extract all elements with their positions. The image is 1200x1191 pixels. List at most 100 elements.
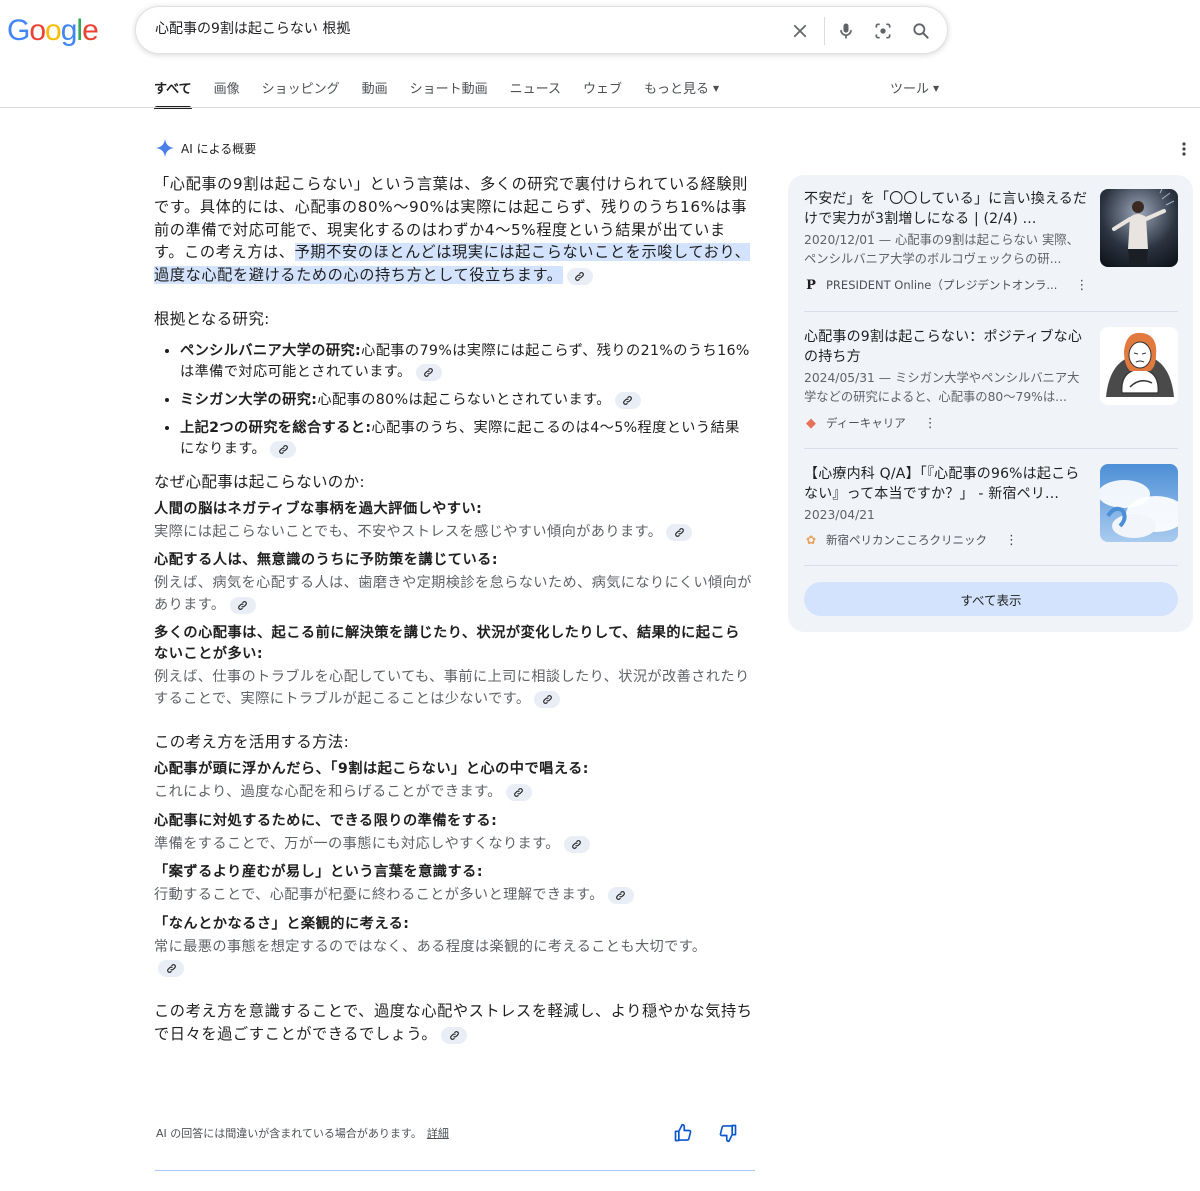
tab-label: ショート動画 bbox=[409, 82, 488, 97]
tab-short-videos[interactable]: ショート動画 bbox=[410, 78, 488, 100]
show-all-button[interactable]: すべて表示 bbox=[804, 582, 1178, 616]
source-title[interactable]: 不安だ」を「〇〇している」に言い換えるだけで実力が3割増しになる | (2/4)… bbox=[804, 189, 1089, 229]
source-title[interactable]: 心配事の9割は起こらない：ポジティブな心の持ち方 bbox=[804, 327, 1089, 367]
tab-label: ニュース bbox=[509, 82, 561, 97]
method-text: これにより、過度な心配を和らげることができます。 bbox=[154, 782, 754, 804]
method-body: これにより、過度な心配を和らげることができます。 bbox=[154, 784, 502, 801]
tools-button[interactable]: ツール ▼ bbox=[890, 78, 939, 97]
header-divider bbox=[0, 107, 1200, 108]
closing-paragraph: この考え方を意識することで、過度な心配やストレスを軽減し、より穏やかな気持ちで日… bbox=[154, 1000, 754, 1046]
source-divider bbox=[804, 565, 1178, 566]
ai-overview-divider bbox=[155, 1170, 755, 1171]
source-link-icon[interactable] bbox=[666, 523, 693, 541]
section-title-why: なぜ心配事は起こらないのか: bbox=[154, 472, 365, 491]
reason-body: 実際には起こらないことでも、不安やストレスを感じやすい傾向があります。 bbox=[154, 523, 663, 540]
search-tabs: すべて 画像 ショッピング 動画 ショート動画 ニュース ウェブ もっと見る ▼ bbox=[154, 78, 741, 109]
clear-icon[interactable] bbox=[788, 19, 812, 43]
logo-letter: o bbox=[45, 14, 62, 47]
search-box bbox=[135, 6, 948, 54]
tab-web[interactable]: ウェブ bbox=[583, 78, 622, 100]
pelican-favicon-icon: ✿ bbox=[805, 533, 817, 547]
gemini-sparkle-icon bbox=[155, 138, 175, 158]
research-list: ペンシルバニア大学の研究:心配事の79%は実際には起こらず、残りの21%のうち1… bbox=[154, 341, 754, 460]
source-menu-icon[interactable]: ⋮ bbox=[1075, 278, 1088, 293]
disclaimer-text: AI の回答には間違いが含まれている場合があります。 bbox=[156, 1127, 422, 1140]
google-logo[interactable]: Google bbox=[7, 14, 99, 48]
source-link-icon[interactable] bbox=[563, 835, 590, 853]
tab-all[interactable]: すべて bbox=[154, 78, 192, 109]
source-card[interactable]: 心配事の9割は起こらない：ポジティブな心の持ち方 2024/05/31 — ミシ… bbox=[804, 327, 1178, 437]
tools-label: ツール bbox=[890, 82, 930, 97]
list-item: ペンシルバニア大学の研究:心配事の79%は実際には起こらず、残りの21%のうち1… bbox=[180, 341, 754, 383]
source-thumbnail[interactable] bbox=[1100, 327, 1178, 405]
ai-overview-title: AI による概要 bbox=[181, 141, 257, 156]
source-site: ◆ ディーキャリア ⋮ bbox=[804, 415, 937, 431]
study-text: 心配事の80%は起こらないとされています。 bbox=[317, 391, 611, 408]
source-link-icon[interactable] bbox=[270, 440, 297, 458]
method-body: 常に最悪の事態を想定するのではなく、ある程度は楽観的に考えることも大切です。 bbox=[154, 938, 707, 955]
source-link-icon[interactable] bbox=[534, 690, 561, 708]
method-text: 行動することで、心配事が杞憂に終わることが多いと理解できます。 bbox=[154, 885, 754, 907]
tab-videos[interactable]: 動画 bbox=[362, 78, 388, 100]
tab-label: 画像 bbox=[213, 82, 240, 97]
details-link[interactable]: 詳細 bbox=[427, 1127, 449, 1140]
dcareer-favicon-icon: ◆ bbox=[806, 415, 816, 431]
method-body: 準備をすることで、万が一の事態にも対応しやすくなります。 bbox=[154, 835, 560, 852]
tab-label: もっと見る bbox=[644, 82, 710, 97]
ai-overview-body: 「心配事の9割は起こらない」という言葉は、多くの研究で裏付けられている経験則です… bbox=[154, 173, 754, 1046]
source-snippet: 2020/12/01 — 心配事の9割は起こらない 実際、ペンシルバニア大学のボ… bbox=[804, 233, 1079, 266]
method-title: 心配事に対処するために、できる限りの準備をする: bbox=[154, 812, 498, 829]
search-input[interactable] bbox=[155, 20, 755, 36]
microphone-icon[interactable] bbox=[834, 19, 858, 43]
tab-label: すべて bbox=[154, 82, 192, 97]
study-name: ペンシルバニア大学の研究: bbox=[180, 342, 362, 359]
tab-news[interactable]: ニュース bbox=[510, 78, 561, 100]
tab-images[interactable]: 画像 bbox=[214, 78, 240, 100]
reason-title: 心配する人は、無意識のうちに予防策を講じている: bbox=[154, 552, 498, 569]
source-snippet: 2024/05/31 — ミシガン大学やペンシルバニア大学などの研究によると、心… bbox=[804, 371, 1080, 404]
source-site-name: PRESIDENT Online（プレジデントオンラ... bbox=[826, 278, 1058, 292]
logo-letter: G bbox=[7, 14, 30, 47]
tab-label: ウェブ bbox=[583, 82, 623, 97]
method-title: 「案ずるより産むが易し」という言葉を意識する: bbox=[154, 864, 484, 881]
reason-body: 例えば、仕事のトラブルを心配していても、事前に上司に相談したり、状況が改善された… bbox=[154, 669, 750, 707]
source-link-icon[interactable] bbox=[415, 363, 442, 381]
method-text: 常に最悪の事態を想定するのではなく、ある程度は楽観的に考えることも大切です。 bbox=[154, 937, 714, 980]
logo-letter: g bbox=[60, 14, 78, 47]
list-item: ミシガン大学の研究:心配事の80%は起こらないとされています。 bbox=[180, 390, 754, 411]
source-divider bbox=[804, 311, 1178, 312]
thumbs-down-icon[interactable] bbox=[716, 1121, 740, 1145]
source-menu-icon[interactable]: ⋮ bbox=[924, 416, 937, 431]
reason-text: 実際には起こらないことでも、不安やストレスを感じやすい傾向があります。 bbox=[154, 522, 754, 544]
source-link-icon[interactable] bbox=[441, 1026, 468, 1044]
tab-shopping[interactable]: ショッピング bbox=[262, 78, 340, 100]
source-thumbnail[interactable] bbox=[1100, 464, 1178, 542]
search-divider bbox=[824, 17, 825, 45]
source-card[interactable]: 【心療内科 Q/A】「『心配事の96%は起こらない』って本当ですか？」 - 新宿… bbox=[804, 464, 1178, 564]
ai-disclaimer: AI の回答には間違いが含まれている場合があります。 詳細 bbox=[156, 1125, 449, 1141]
source-card[interactable]: 不安だ」を「〇〇している」に言い換えるだけで実力が3割増しになる | (2/4)… bbox=[804, 189, 1178, 299]
source-link-icon[interactable] bbox=[505, 784, 532, 802]
tab-label: 動画 bbox=[361, 82, 388, 97]
source-link-icon[interactable] bbox=[566, 268, 593, 286]
reason-title: 人間の脳はネガティブな事柄を過大評価しやすい: bbox=[154, 500, 483, 517]
source-link-icon[interactable] bbox=[607, 887, 634, 905]
source-title[interactable]: 【心療内科 Q/A】「『心配事の96%は起こらない』って本当ですか？」 - 新宿… bbox=[804, 464, 1089, 504]
more-options-icon[interactable] bbox=[1176, 140, 1192, 162]
source-link-icon[interactable] bbox=[229, 596, 256, 614]
source-link-icon[interactable] bbox=[614, 391, 641, 409]
source-link-icon[interactable] bbox=[158, 960, 184, 978]
section-title-methods: この考え方を活用する方法: bbox=[154, 733, 350, 752]
lens-camera-icon[interactable] bbox=[871, 19, 895, 43]
reasons-list: 人間の脳はネガティブな事柄を過大評価しやすい: 実際には起こらないことでも、不安… bbox=[154, 499, 754, 711]
ai-lead-paragraph: 「心配事の9割は起こらない」という言葉は、多くの研究で裏付けられている経験則です… bbox=[154, 173, 754, 287]
study-name: ミシガン大学の研究: bbox=[180, 391, 318, 408]
search-icon[interactable] bbox=[909, 19, 933, 43]
source-menu-icon[interactable]: ⋮ bbox=[1005, 533, 1018, 548]
tab-more[interactable]: もっと見る ▼ bbox=[644, 78, 719, 100]
thumbs-up-icon[interactable] bbox=[671, 1121, 695, 1145]
source-divider bbox=[804, 448, 1178, 449]
caret-down-icon: ▼ bbox=[933, 84, 940, 93]
method-title: 心配事が頭に浮かんだら、「9割は起こらない」と心の中で唱える: bbox=[154, 761, 589, 778]
source-thumbnail[interactable] bbox=[1100, 189, 1178, 267]
